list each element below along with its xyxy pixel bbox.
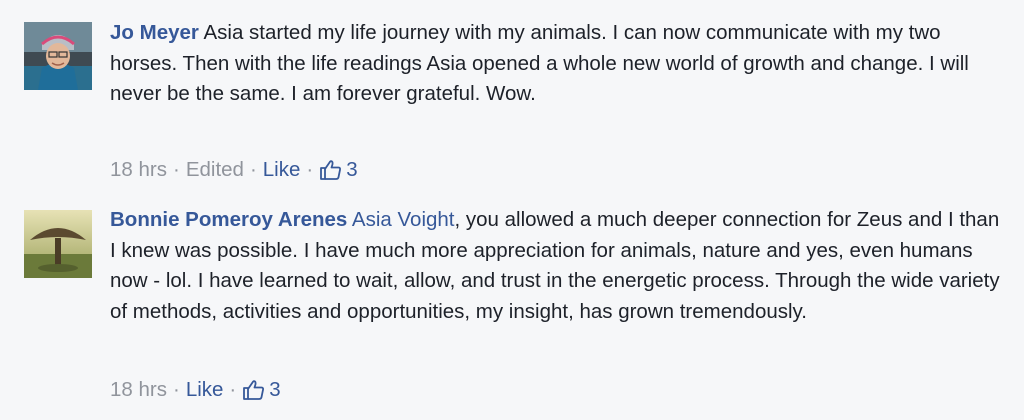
reaction-count-button[interactable]: 3 <box>242 378 281 402</box>
comment-timestamp[interactable]: 18 hrs <box>110 378 167 402</box>
comment-text: Asia started my life journey with my ani… <box>110 21 969 105</box>
reaction-count: 3 <box>346 158 358 181</box>
avatar-image <box>24 210 92 278</box>
reaction-count-button[interactable]: 3 <box>319 158 358 182</box>
mention-link[interactable]: Asia Voight <box>352 208 455 231</box>
reaction-count: 3 <box>269 378 281 401</box>
separator: · <box>172 158 180 181</box>
avatar[interactable] <box>24 22 92 90</box>
like-button[interactable]: Like <box>186 378 224 402</box>
comment-actions: 18 hrs · Edited · Like · 3 <box>110 158 358 182</box>
comment-author[interactable]: Bonnie Pomeroy Arenes <box>110 208 347 231</box>
separator: · <box>249 158 257 181</box>
thumbs-up-icon <box>320 160 342 180</box>
comment-timestamp[interactable]: 18 hrs <box>110 158 167 182</box>
comment-author[interactable]: Jo Meyer <box>110 21 199 44</box>
comment-body: Bonnie Pomeroy Arenes Asia Voight, you a… <box>110 205 1000 327</box>
avatar-image <box>24 22 92 90</box>
separator: · <box>172 378 180 401</box>
comment-body: Jo Meyer Asia started my life journey wi… <box>110 18 1000 110</box>
edited-label[interactable]: Edited <box>186 158 244 182</box>
thumbs-up-icon <box>243 380 265 400</box>
like-button[interactable]: Like <box>263 158 301 182</box>
comment-actions: 18 hrs · Like · 3 <box>110 378 281 402</box>
separator: · <box>229 378 237 401</box>
avatar[interactable] <box>24 210 92 278</box>
separator: · <box>306 158 314 181</box>
